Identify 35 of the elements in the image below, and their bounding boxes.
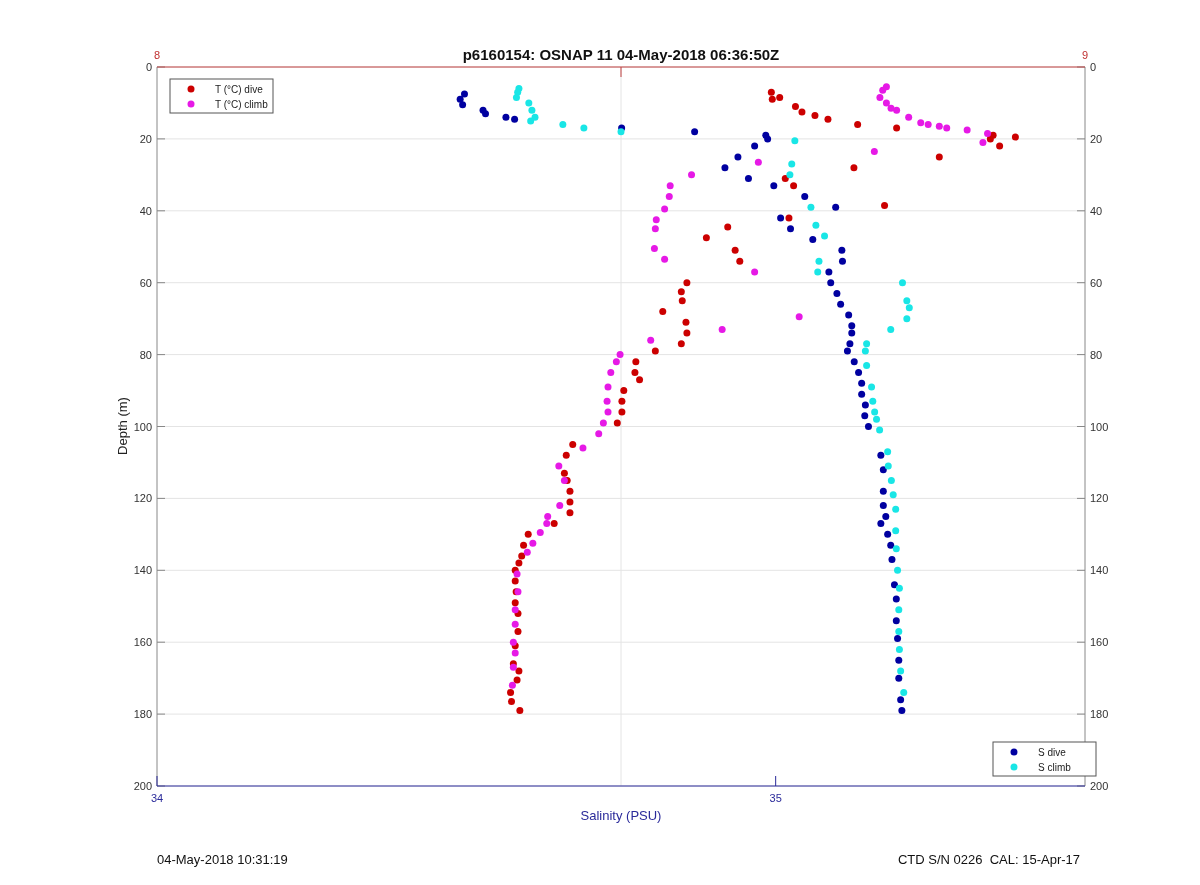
tick-label: 200 [1090, 780, 1109, 792]
tick-label: 200 [133, 780, 152, 792]
tick-label: 120 [133, 492, 152, 505]
tick-label: 180 [1090, 708, 1109, 721]
tick-label: 60 [139, 276, 152, 289]
tick-label: 20 [139, 132, 152, 145]
tick-label: 100 [133, 420, 152, 433]
tick-label: 80 [139, 348, 152, 361]
tick-label: 120 [1090, 492, 1109, 505]
x-axis-label: Salinity (PSU) [580, 808, 662, 823]
tick-label: 100 [1090, 420, 1109, 433]
legend-label: T (°C) climb [215, 99, 268, 110]
tick-label: 160 [1090, 636, 1109, 649]
tick-label: 8 [153, 49, 161, 61]
tick-label: 140 [133, 564, 152, 577]
legend-label: T (°C) dive [215, 84, 263, 95]
tick-label: 40 [1090, 204, 1103, 217]
tick-label: 20 [1090, 132, 1103, 145]
tick-label: 80 [1090, 348, 1103, 361]
chart-title: p6160154: OSNAP 11 04-May-2018 06:36:50Z [462, 46, 780, 63]
tick-label: 140 [1090, 564, 1109, 577]
tick-label: 34 [150, 792, 164, 804]
instrument-info: CTD S/N 0226 CAL: 15-Apr-17 [897, 852, 1080, 867]
tick-label: 60 [1090, 276, 1103, 289]
tick-label: 35 [769, 792, 782, 804]
timestamp: 04-May-2018 10:31:19 [157, 852, 288, 867]
legend-label: S climb [1038, 762, 1071, 773]
tick-label: 40 [139, 204, 152, 217]
tick-label: 0 [1090, 61, 1097, 73]
tick-label: 180 [133, 708, 152, 721]
tick-label: 160 [133, 636, 152, 649]
legend-label: S dive [1038, 747, 1066, 758]
y-axis-label: Depth (m) [115, 397, 130, 455]
tick-label: 0 [145, 61, 152, 73]
tick-label: 9 [1081, 49, 1089, 61]
